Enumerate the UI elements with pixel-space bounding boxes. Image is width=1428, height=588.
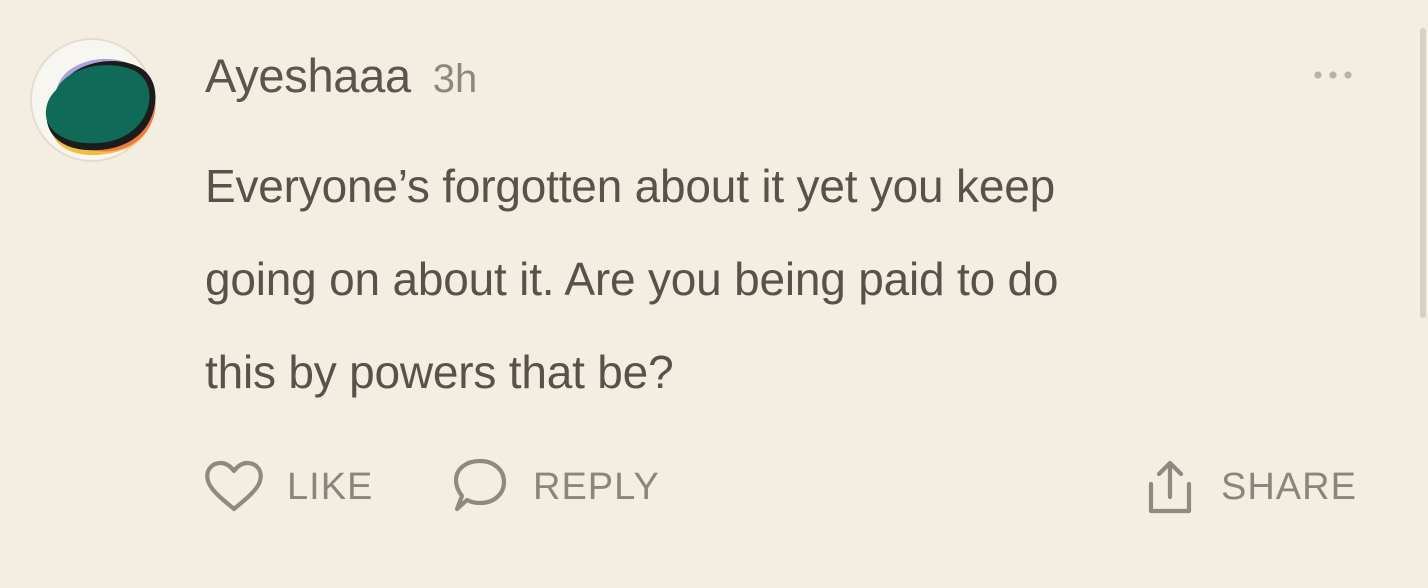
vertical-scrollbar[interactable] (1416, 0, 1428, 588)
comment-body-line-3: this by powers that be? (205, 346, 674, 398)
heart-outline-icon (205, 460, 263, 512)
comment-card: Ayeshaaa 3h Everyone’s forgotten about i… (0, 0, 1428, 588)
avatar[interactable] (28, 36, 156, 164)
reply-button[interactable]: REPLY (449, 455, 660, 519)
more-horizontal-icon (1314, 71, 1352, 79)
like-button[interactable]: LIKE (203, 455, 373, 519)
comment-body-line-2: going on about it. Are you being paid to… (205, 253, 1059, 305)
more-options-button[interactable] (1303, 60, 1363, 90)
comment-body-line-1: Everyone’s forgotten about it yet you ke… (205, 160, 1055, 212)
comment-author[interactable]: Ayeshaaa (205, 48, 411, 103)
share-upload-icon (1148, 460, 1192, 514)
share-button[interactable]: SHARE (1141, 455, 1357, 519)
scrollbar-thumb[interactable] (1420, 28, 1426, 318)
like-label: LIKE (287, 465, 374, 508)
comment-timestamp[interactable]: 3h (433, 57, 478, 102)
speech-bubble-icon (453, 458, 507, 512)
comment-header: Ayeshaaa 3h (205, 48, 477, 112)
share-label: SHARE (1221, 465, 1357, 508)
comment-body: Everyone’s forgotten about it yet you ke… (205, 140, 1365, 419)
avatar-blob-icon (30, 38, 156, 162)
reply-label: REPLY (533, 465, 660, 508)
comment-actions: LIKE REPLY SHARE (203, 455, 1373, 519)
